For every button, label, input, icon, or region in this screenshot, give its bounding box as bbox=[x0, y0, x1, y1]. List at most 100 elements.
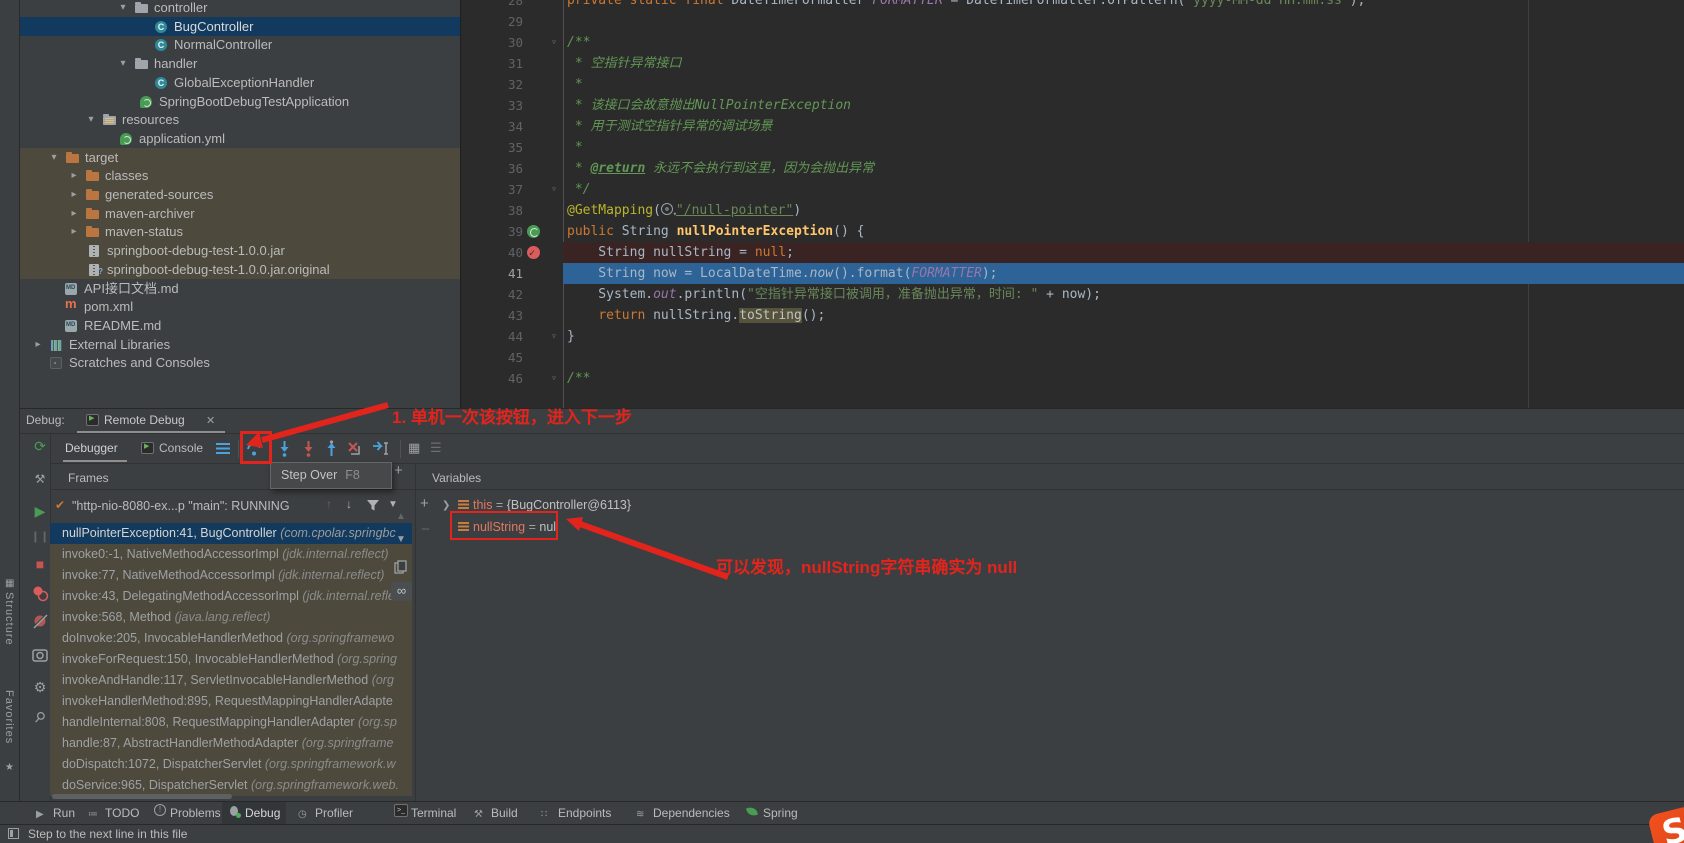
frame-row[interactable]: invokeAndHandle:117, ServletInvocableHan… bbox=[50, 670, 412, 691]
pause-button[interactable]: ❙❙ bbox=[30, 527, 50, 547]
code-line-40[interactable]: 40 String nullString = null; bbox=[461, 242, 1684, 263]
settings-layout-icon[interactable]: ☰ bbox=[430, 440, 442, 456]
frame-row[interactable]: invokeHandlerMethod:895, RequestMappingH… bbox=[50, 691, 412, 712]
tree-item-readme.md[interactable]: README.md bbox=[20, 316, 460, 335]
code-line-44[interactable]: 44▿} bbox=[461, 326, 1684, 347]
code-line-46[interactable]: 46▿/** bbox=[461, 368, 1684, 389]
drop-frame-button[interactable] bbox=[346, 440, 363, 457]
toolwindow-button-debug[interactable]: Debug bbox=[222, 802, 286, 825]
close-tab-icon[interactable]: ✕ bbox=[206, 414, 215, 427]
frame-up-icon[interactable]: ↑ bbox=[326, 497, 332, 511]
code-line-31[interactable]: 31 * 空指针异常接口 bbox=[461, 53, 1684, 74]
code-line-29[interactable]: 29 bbox=[461, 11, 1684, 32]
breakpoint-icon[interactable] bbox=[527, 246, 540, 259]
code-line-34[interactable]: 34 * 用于测试空指针异常的调试场景 bbox=[461, 116, 1684, 137]
view-breakpoints-icon[interactable] bbox=[30, 583, 50, 603]
tree-item-api-.md[interactable]: API接口文档.md bbox=[20, 279, 460, 298]
remove-watch-icon[interactable]: − bbox=[421, 521, 430, 538]
code-line-33[interactable]: 33 * 该接口会故意抛出NullPointerException bbox=[461, 95, 1684, 116]
toolwindow-favorites[interactable]: Favorites bbox=[3, 690, 15, 744]
tree-item-maven-status[interactable]: ▸maven-status bbox=[20, 222, 460, 241]
resume-button[interactable]: ▶ bbox=[30, 501, 50, 521]
frame-row[interactable]: doInvoke:205, InvocableHandlerMethod (or… bbox=[50, 628, 412, 649]
spring-mapping-gutter-icon[interactable] bbox=[527, 225, 540, 238]
filter-funnel-icon[interactable] bbox=[366, 499, 380, 512]
frame-row[interactable]: invoke:568, Method (java.lang.reflect) bbox=[50, 607, 412, 628]
code-line-30[interactable]: 30▿/** bbox=[461, 32, 1684, 53]
tree-item-external-libraries[interactable]: ▸External Libraries bbox=[20, 335, 460, 354]
toolwindow-toggle-icon[interactable] bbox=[8, 828, 19, 839]
tree-item-target[interactable]: ▾target bbox=[20, 148, 460, 167]
structure-icon[interactable]: ▦ bbox=[5, 578, 14, 589]
code-line-38[interactable]: 38@GetMapping("/null-pointer") bbox=[461, 200, 1684, 221]
stop-button[interactable]: ■ bbox=[30, 554, 50, 574]
layout-options-icon[interactable] bbox=[216, 443, 230, 454]
fold-marker-icon[interactable]: ▿ bbox=[551, 179, 557, 200]
frame-row[interactable]: doDispatch:1072, DispatcherServlet (org.… bbox=[50, 754, 412, 775]
tree-item-bugcontroller[interactable]: BugController bbox=[20, 17, 460, 36]
tree-chevron-icon[interactable]: ▾ bbox=[117, 54, 129, 73]
frame-row[interactable]: invoke0:-1, NativeMethodAccessorImpl (jd… bbox=[50, 544, 412, 565]
frames-horizontal-scrollbar[interactable] bbox=[52, 794, 232, 799]
scroll-up-icon[interactable]: ▲ bbox=[396, 511, 406, 522]
toolwindow-button-spring[interactable]: Spring bbox=[740, 802, 804, 825]
tree-chevron-icon[interactable]: ▸ bbox=[68, 166, 80, 185]
code-line-43[interactable]: 43 return nullString.toString(); bbox=[461, 305, 1684, 326]
force-step-into-button[interactable] bbox=[300, 440, 317, 457]
toolwindow-button-terminal[interactable]: Terminal bbox=[388, 802, 462, 825]
tree-item-pom.xml[interactable]: pom.xml bbox=[20, 297, 460, 316]
fold-marker-icon[interactable]: ▿ bbox=[551, 326, 557, 347]
remote-debug-tab[interactable]: Remote Debug bbox=[104, 413, 185, 427]
frame-row[interactable]: handleInternal:808, RequestMappingHandle… bbox=[50, 712, 412, 733]
toolwindow-button-todo[interactable]: ≔TODO bbox=[82, 802, 145, 825]
code-line-35[interactable]: 35 * bbox=[461, 137, 1684, 158]
code-line-39[interactable]: 39public String nullPointerException() { bbox=[461, 221, 1684, 242]
new-watch-icon[interactable]: + bbox=[420, 495, 429, 512]
copy-stack-icon[interactable] bbox=[394, 560, 408, 574]
tree-item-controller[interactable]: ▾controller bbox=[20, 0, 460, 17]
code-editor[interactable]: 28private static final DateTimeFormatter… bbox=[460, 0, 1684, 408]
code-line-42[interactable]: 42 System.out.println("空指针异常接口被调用，准备抛出异常… bbox=[461, 284, 1684, 305]
mute-breakpoints-icon[interactable] bbox=[30, 611, 50, 631]
tree-item-globalexceptionhandler[interactable]: GlobalExceptionHandler bbox=[20, 73, 460, 92]
frame-row[interactable]: nullPointerException:41, BugController (… bbox=[50, 523, 412, 544]
tree-chevron-icon[interactable]: ▸ bbox=[32, 335, 44, 354]
tree-item-springbootdebugtestapplication[interactable]: SpringBootDebugTestApplication bbox=[20, 92, 460, 111]
frame-row[interactable]: invoke:77, NativeMethodAccessorImpl (jdk… bbox=[50, 565, 412, 586]
tree-item-resources[interactable]: ▾resources bbox=[20, 110, 460, 129]
frame-row[interactable]: doService:965, DispatcherServlet (org.sp… bbox=[50, 775, 412, 796]
code-line-28[interactable]: 28private static final DateTimeFormatter… bbox=[461, 0, 1684, 11]
tab-console[interactable]: Console bbox=[159, 441, 203, 455]
scroll-down-icon[interactable]: ▼ bbox=[396, 534, 406, 545]
code-line-41[interactable]: 41 String now = LocalDateTime.now().form… bbox=[461, 263, 1684, 284]
tree-chevron-icon[interactable]: ▸ bbox=[68, 204, 80, 223]
toolwindow-button-profiler[interactable]: ◷Profiler bbox=[292, 802, 359, 825]
code-line-36[interactable]: 36 * @return 永远不会执行到这里，因为会抛出异常 bbox=[461, 158, 1684, 179]
toolwindow-button-run[interactable]: ▶Run bbox=[30, 802, 81, 825]
fold-marker-icon[interactable]: ▿ bbox=[551, 368, 557, 389]
project-tree[interactable]: ▾controllerBugControllerNormalController… bbox=[20, 0, 460, 408]
code-line-32[interactable]: 32 * bbox=[461, 74, 1684, 95]
tree-chevron-icon[interactable]: ▾ bbox=[85, 110, 97, 129]
tree-item-normalcontroller[interactable]: NormalController bbox=[20, 35, 460, 54]
toolwindow-button-endpoints[interactable]: ∷Endpoints bbox=[535, 802, 617, 825]
favorites-star-icon[interactable]: ★ bbox=[5, 762, 14, 773]
tree-item-scratches-and-consoles[interactable]: Scratches and Consoles bbox=[20, 353, 460, 372]
tab-debugger[interactable]: Debugger bbox=[65, 441, 118, 455]
memory-snapshot-icon[interactable] bbox=[30, 645, 50, 665]
step-into-button[interactable] bbox=[276, 440, 293, 457]
evaluate-expression-icon[interactable]: ▦ bbox=[408, 440, 420, 456]
fold-marker-icon[interactable]: ▿ bbox=[551, 32, 557, 53]
thread-dropdown-chevron[interactable]: ▼ bbox=[388, 499, 398, 510]
show-all-frames-toggle[interactable]: ∞ bbox=[391, 582, 412, 601]
tree-item-classes[interactable]: ▸classes bbox=[20, 166, 460, 185]
tree-chevron-icon[interactable]: ▸ bbox=[68, 222, 80, 241]
gear-icon[interactable]: ⚙ bbox=[30, 677, 50, 697]
add-icon[interactable]: + bbox=[394, 462, 403, 479]
toolwindow-button-problems[interactable]: Problems bbox=[147, 802, 227, 825]
toolwindow-structure[interactable]: Structure bbox=[3, 592, 15, 646]
run-to-cursor-button[interactable] bbox=[372, 440, 389, 457]
toolwindow-button-build[interactable]: ⚒Build bbox=[468, 802, 524, 825]
code-line-45[interactable]: 45 bbox=[461, 347, 1684, 368]
frame-row[interactable]: invokeForRequest:150, InvocableHandlerMe… bbox=[50, 649, 412, 670]
